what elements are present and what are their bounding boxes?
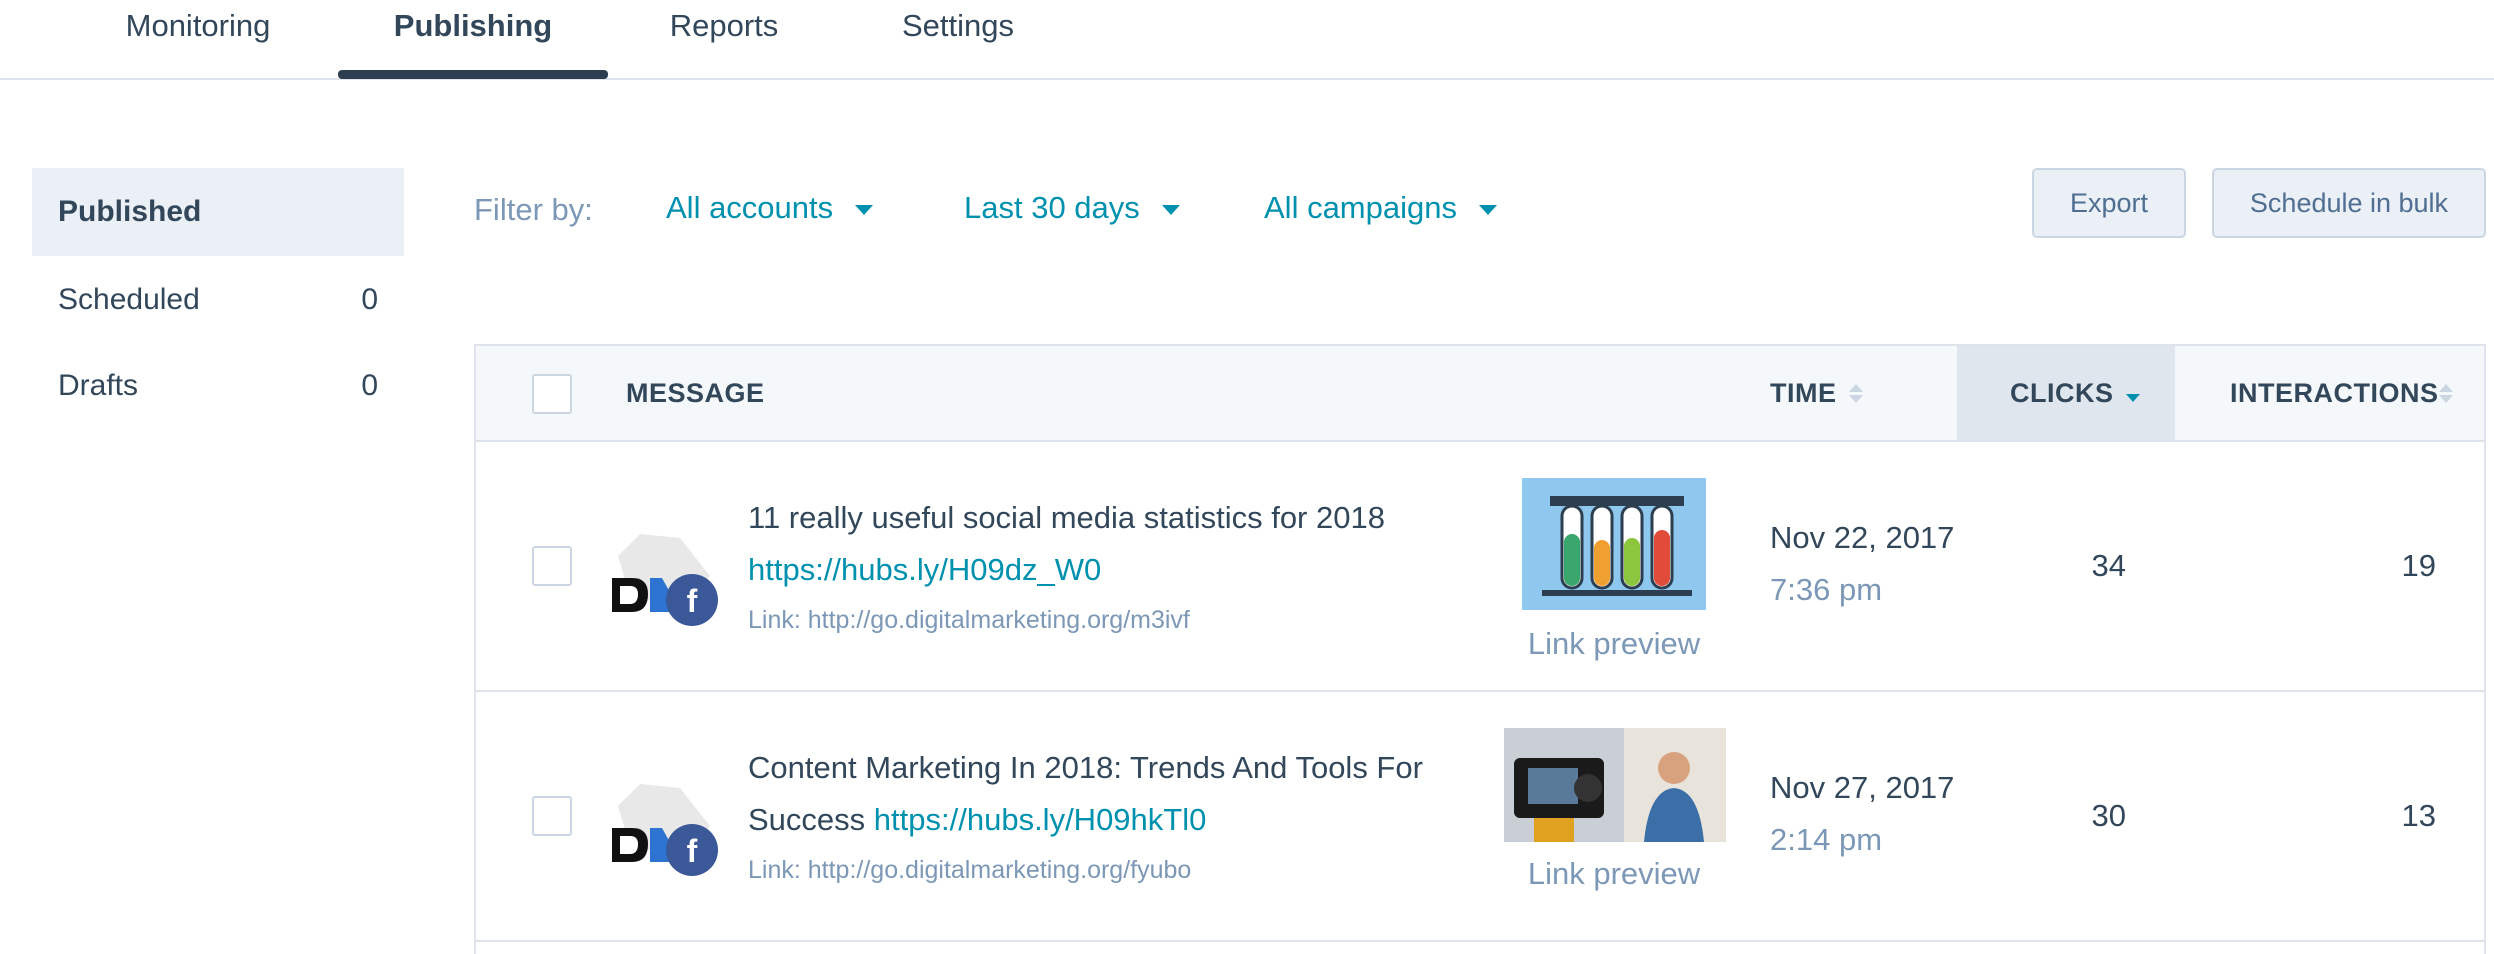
export-button[interactable]: Export <box>2032 168 2186 238</box>
accounts-dropdown[interactable]: All accounts <box>666 190 874 226</box>
column-header-interactions[interactable]: INTERACTIONS <box>2230 346 2453 440</box>
sort-icon <box>2438 383 2453 403</box>
column-header-clicks[interactable]: CLICKS <box>2010 346 2140 440</box>
campaigns-dropdown[interactable]: All campaigns <box>1264 190 1497 226</box>
post-time: 2:14 pm <box>1770 822 1883 857</box>
original-link: Link: http://go.digitalmarketing.org/m3i… <box>748 606 1190 634</box>
date-range-dropdown[interactable]: Last 30 days <box>964 190 1180 226</box>
sidebar-item-label: Scheduled <box>58 283 200 316</box>
tab-settings[interactable]: Settings <box>880 0 1036 78</box>
tab-publishing[interactable]: Publishing <box>360 0 586 78</box>
short-link[interactable]: https://hubs.ly/H09dz_W0 <box>748 552 1101 587</box>
link-preview-image <box>1522 478 1706 610</box>
account-avatar-icon: f <box>612 534 718 626</box>
row-checkbox[interactable] <box>532 546 572 586</box>
short-link[interactable]: https://hubs.ly/H09hkTl0 <box>874 802 1207 837</box>
sidebar-item-label: Published <box>58 195 202 228</box>
message-text: Content Marketing In 2018: Trends And To… <box>748 750 1423 837</box>
caret-down-icon <box>855 205 874 215</box>
sidebar-item-published[interactable]: Published <box>32 168 404 256</box>
account-avatar-icon: f <box>612 784 718 876</box>
link-preview-image <box>1504 728 1726 842</box>
post-date: Nov 27, 2017 <box>1770 770 1955 805</box>
filter-label: Filter by: <box>474 192 593 227</box>
column-header-time[interactable]: TIME <box>1770 346 1863 440</box>
row-checkbox[interactable] <box>532 796 572 836</box>
caret-down-icon <box>1161 205 1180 215</box>
sidebar-item-label: Drafts <box>58 369 139 402</box>
select-all-checkbox[interactable] <box>532 374 572 414</box>
link-preview-label[interactable]: Link preview <box>1494 626 1734 662</box>
top-navigation: Monitoring Publishing Reports Settings <box>0 0 2494 80</box>
accounts-dropdown-label: All accounts <box>666 190 834 225</box>
message-text: 11 really useful social media statistics… <box>748 500 1385 587</box>
interactions-value: 13 <box>2401 798 2436 833</box>
schedule-in-bulk-button[interactable]: Schedule in bulk <box>2212 168 2486 238</box>
table-header: MESSAGE TIME CLICKS INTERACTIONS <box>476 346 2484 442</box>
sidebar-item-drafts[interactable]: Drafts 0 <box>32 342 404 430</box>
sidebar-item-scheduled[interactable]: Scheduled 0 <box>32 256 404 344</box>
clicks-value: 34 <box>2091 548 2126 583</box>
date-range-dropdown-label: Last 30 days <box>964 190 1140 225</box>
published-posts-table: MESSAGE TIME CLICKS INTERACTIONS f 11 re… <box>474 344 2486 954</box>
svg-text:f: f <box>687 833 698 869</box>
link-preview-label[interactable]: Link preview <box>1494 856 1734 892</box>
interactions-value: 19 <box>2401 548 2436 583</box>
tab-monitoring[interactable]: Monitoring <box>112 0 284 78</box>
table-row[interactable]: f Content Marketing In 2018: Trends And … <box>476 692 2484 942</box>
table-row[interactable]: f 11 really useful social media statisti… <box>476 442 2484 692</box>
clicks-value: 30 <box>2091 798 2126 833</box>
sort-icon <box>2125 384 2140 402</box>
sidebar-item-count: 0 <box>361 369 378 402</box>
post-date: Nov 22, 2017 <box>1770 520 1955 555</box>
active-tab-indicator <box>338 70 608 79</box>
original-link: Link: http://go.digitalmarketing.org/fyu… <box>748 856 1192 884</box>
caret-down-icon <box>1478 205 1497 215</box>
post-time: 7:36 pm <box>1770 572 1883 607</box>
campaigns-dropdown-label: All campaigns <box>1264 190 1457 225</box>
svg-text:f: f <box>687 583 698 619</box>
column-header-message: MESSAGE <box>626 377 765 408</box>
sidebar-item-count: 0 <box>361 283 378 316</box>
sort-icon <box>1848 383 1863 403</box>
tab-reports[interactable]: Reports <box>654 0 794 78</box>
